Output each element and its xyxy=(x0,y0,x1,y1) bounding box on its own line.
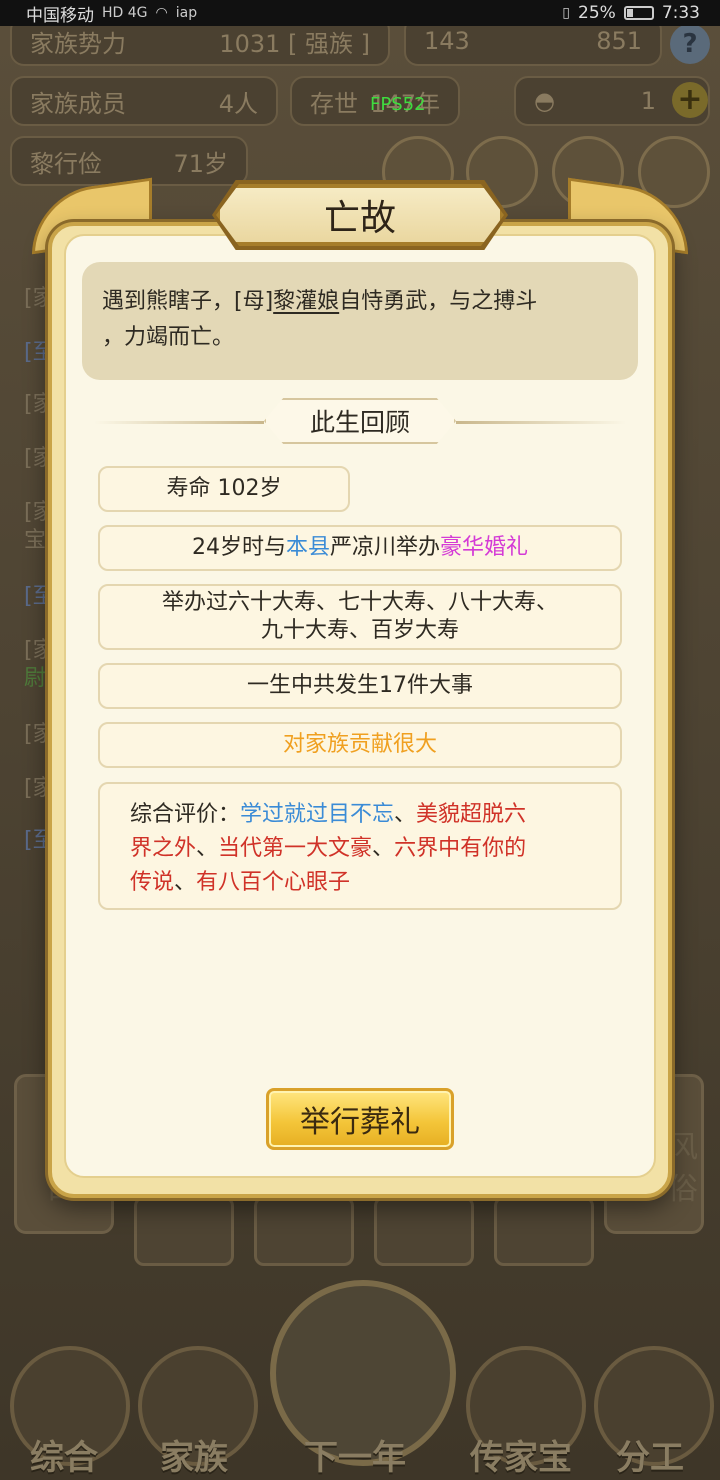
family-members-bar[interactable]: 家族成员 4人 xyxy=(10,76,278,126)
status-bar: 中国移动 HD 4G ◠ iap ▯ 25% 7:33 xyxy=(0,0,720,26)
signal-icon: HD 4G xyxy=(102,5,148,21)
era-label: 存世 xyxy=(310,89,358,118)
trait-beauty-b: 界之外 xyxy=(130,836,197,861)
nav-assign-label[interactable]: 分工 xyxy=(616,1430,684,1479)
grid-slot[interactable] xyxy=(134,1196,234,1266)
grid-slot[interactable] xyxy=(494,1196,594,1266)
trait-beauty-a: 美貌超脱六 xyxy=(416,802,527,827)
divider-right xyxy=(456,421,626,424)
nav-overview-label[interactable]: 综合 xyxy=(30,1430,98,1479)
trait-memory: 学过就过目不忘 xyxy=(240,802,395,827)
clock: 7:33 xyxy=(661,3,700,23)
vibrate-icon: ▯ xyxy=(562,5,571,21)
wedding-text-1: 24岁时与 xyxy=(191,535,286,560)
life-review-title: 此生回顾 xyxy=(264,398,456,444)
gold-ingot-icon: ◓ xyxy=(534,87,555,115)
trait-sep: 、 xyxy=(196,836,219,861)
death-text-start: 遇到熊瞎子，[母] xyxy=(102,289,274,314)
wifi-icon: ◠ xyxy=(155,5,168,21)
evaluation-card: 综合评价：学过就过目不忘、美貌超脱六 界之外、当代第一大文豪、六界中有你的 传说… xyxy=(98,782,622,910)
nav-heirloom-label[interactable]: 传家宝 xyxy=(470,1430,572,1479)
fps-counter: FPS52 xyxy=(370,94,426,115)
grid-slot[interactable] xyxy=(374,1196,474,1266)
evaluation-text: 综合评价：学过就过目不忘、美貌超脱六 界之外、当代第一大文豪、六界中有你的 传说… xyxy=(130,798,526,900)
death-description: 遇到熊瞎子，[母]黎灌娘自恃勇武，与之搏斗 ，力竭而亡。 xyxy=(82,262,638,380)
wedding-text-2: 严凉川举办 xyxy=(329,535,440,560)
currency-silver: 143 xyxy=(424,27,470,55)
family-power-value: 1031 [ 强族 ] xyxy=(219,29,370,58)
events-card: 一生中共发生17件大事 xyxy=(98,663,622,709)
help-icon[interactable]: ? xyxy=(670,24,710,64)
trait-legend-b: 传说 xyxy=(130,870,175,895)
add-gold-icon[interactable]: + xyxy=(672,82,708,118)
iap-icon: iap xyxy=(175,5,198,21)
death-text-end: ，力竭而亡。 xyxy=(102,325,235,350)
wedding-card: 24岁时与 本县 严凉川举办 豪华婚礼 xyxy=(98,525,622,571)
trait-legend-a: 六界中有你的 xyxy=(394,836,527,861)
life-review-header: 此生回顾 xyxy=(94,398,626,446)
evaluation-label: 综合评价： xyxy=(130,802,241,827)
birthdays-card: 举办过六十大寿、七十大寿、八十大寿、 九十大寿、百岁大寿 xyxy=(98,584,622,650)
currency-copper: 851 xyxy=(596,27,642,55)
trait-sep: 、 xyxy=(174,870,197,895)
trait-scholar: 当代第一大文豪 xyxy=(218,836,373,861)
family-power-label: 家族势力 xyxy=(30,29,126,58)
members-value: 4人 xyxy=(218,89,258,118)
birthdays-line-1: 举办过六十大寿、七十大寿、八十大寿、 xyxy=(161,590,558,615)
members-label: 家族成员 xyxy=(30,89,126,118)
wedding-place: 本县 xyxy=(285,535,330,560)
nav-next-year-label[interactable]: 下一年 xyxy=(304,1430,406,1479)
trait-sep: 、 xyxy=(394,802,417,827)
battery-percent: 25% xyxy=(578,3,616,23)
grid-slot[interactable] xyxy=(254,1196,354,1266)
divider-left xyxy=(94,421,264,424)
trait-cunning: 有八百个心眼子 xyxy=(196,870,351,895)
dialog-title: 亡故 xyxy=(216,184,504,246)
deceased-name-link[interactable]: 黎灌娘 xyxy=(273,289,339,314)
nav-family-label[interactable]: 家族 xyxy=(160,1430,228,1479)
wedding-type: 豪华婚礼 xyxy=(440,535,529,560)
gold-value: 1 xyxy=(640,87,656,115)
right-panel-label-1: 风 xyxy=(668,1130,698,1165)
birthdays-line-2: 九十大寿、百岁大寿 xyxy=(260,618,459,643)
death-text-mid: 自恃勇武，与之搏斗 xyxy=(339,289,538,314)
right-panel-label-2: 俗 xyxy=(668,1172,698,1207)
trait-sep: 、 xyxy=(372,836,395,861)
elder-age: 71岁 xyxy=(173,149,228,178)
log-line: 尉 xyxy=(24,666,47,691)
lifespan-card: 寿命 102岁 xyxy=(98,466,350,512)
contribution-card: 对家族贡献很大 xyxy=(98,722,622,768)
carrier-label: 中国移动 xyxy=(26,5,94,26)
elder-name: 黎行俭 xyxy=(30,149,102,178)
log-line: 宝 xyxy=(24,528,47,553)
hold-funeral-button[interactable]: 举行葬礼 xyxy=(266,1088,454,1150)
elder-bar[interactable]: 黎行俭 71岁 xyxy=(10,136,248,186)
battery-icon xyxy=(623,6,654,20)
